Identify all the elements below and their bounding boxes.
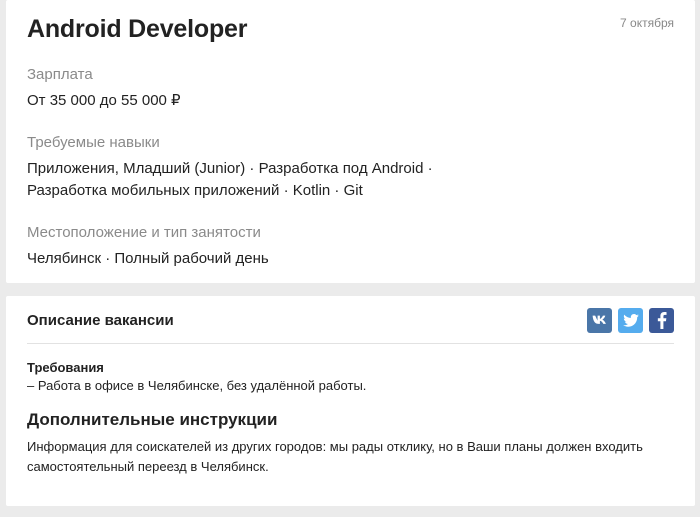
vk-icon <box>592 315 608 325</box>
vacancy-summary-card: Android Developer 7 октября Зарплата От … <box>6 0 695 283</box>
description-header: Описание вакансии <box>27 296 674 344</box>
salary-label: Зарплата <box>27 66 93 83</box>
instructions-text: Информация для соискателей из других гор… <box>27 439 643 474</box>
skills-line-2[interactable]: Разработка мобильных приложений · Kotlin… <box>27 180 674 202</box>
location-value[interactable]: Челябинск · Полный рабочий день <box>27 248 674 270</box>
skills-line-1[interactable]: Приложения, Младший (Junior) · Разработк… <box>27 158 674 180</box>
job-title: Android Developer <box>27 15 248 43</box>
share-vk-button[interactable] <box>587 307 612 333</box>
share-twitter-button[interactable] <box>618 307 643 333</box>
description-title: Описание вакансии <box>27 311 174 329</box>
twitter-icon <box>622 313 639 327</box>
instructions-title: Дополнительные инструкции <box>27 410 278 429</box>
share-facebook-button[interactable] <box>649 307 674 333</box>
location-label: Местоположение и тип занятости <box>27 224 261 241</box>
skills-label: Требуемые навыки <box>27 134 160 151</box>
vacancy-description-card: Описание вакансии Требования – Работа в … <box>6 296 695 506</box>
skills-list: Приложения, Младший (Junior) · Разработк… <box>27 158 674 202</box>
publish-date: 7 октября <box>620 16 674 30</box>
requirements-title: Требования <box>27 360 104 375</box>
requirements-item: – Работа в офисе в Челябинске, без удалё… <box>27 378 367 393</box>
salary-value: От 35 000 до 55 000 ₽ <box>27 92 181 109</box>
facebook-icon <box>657 311 667 329</box>
share-buttons <box>587 307 674 333</box>
